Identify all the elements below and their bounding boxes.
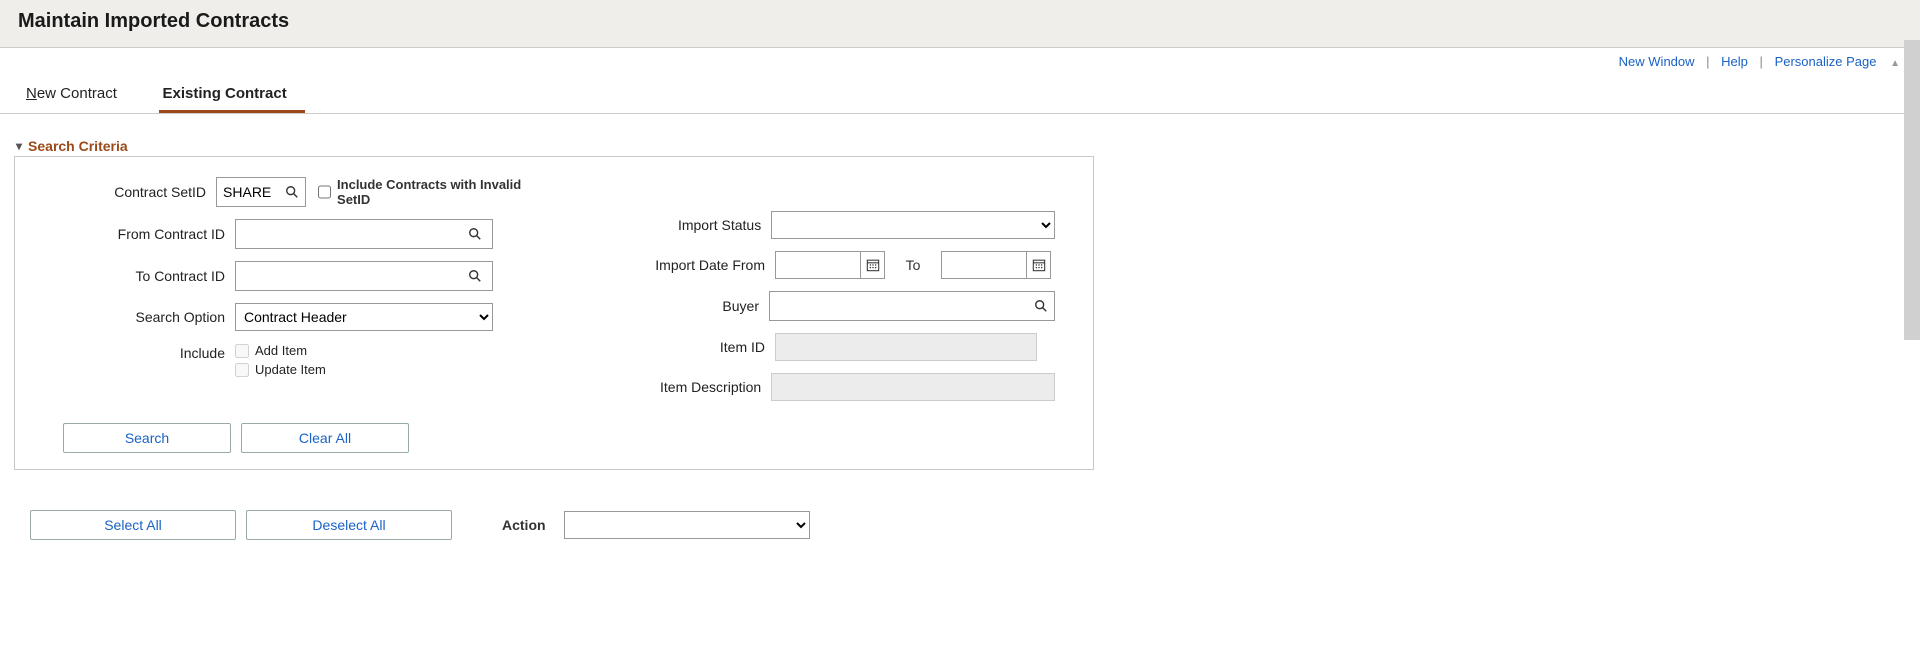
bottom-action-bar: Select All Deselect All Action (30, 510, 1920, 540)
invalid-setid-checkbox[interactable] (318, 185, 331, 199)
to-contract-id-lookup (235, 261, 493, 291)
page-title: Maintain Imported Contracts (18, 10, 1902, 33)
clear-all-button[interactable]: Clear All (241, 423, 409, 453)
calendar-icon[interactable] (1027, 251, 1051, 279)
lookup-icon[interactable] (279, 179, 305, 205)
buyer-lookup (769, 291, 1055, 321)
add-item-checkbox (235, 344, 249, 358)
update-item-label: Update Item (255, 362, 326, 377)
from-contract-id-lookup (235, 219, 493, 249)
from-contract-id-label: From Contract ID (35, 226, 235, 242)
import-date-from-input[interactable] (775, 251, 861, 279)
search-criteria-heading: Search Criteria (28, 138, 128, 154)
search-option-select[interactable]: Contract Header (235, 303, 493, 331)
search-option-label: Search Option (35, 309, 235, 325)
contract-setid-label: Contract SetID (35, 184, 216, 200)
item-description-label: Item Description (595, 379, 771, 395)
chevron-down-icon: ▾ (16, 139, 22, 153)
tab-bar: New Contract Existing Contract (0, 77, 1920, 114)
select-all-button[interactable]: Select All (30, 510, 236, 540)
import-date-to-label: To (885, 257, 941, 273)
lookup-icon[interactable] (462, 263, 488, 289)
help-link[interactable]: Help (1713, 54, 1756, 69)
add-item-checkbox-wrap: Add Item (235, 343, 326, 358)
tab-existing-contract[interactable]: Existing Contract (159, 77, 305, 113)
page-header: Maintain Imported Contracts (0, 0, 1920, 48)
invalid-setid-checkbox-wrap[interactable]: Include Contracts with Invalid SetID (318, 177, 535, 207)
deselect-all-button[interactable]: Deselect All (246, 510, 452, 540)
item-id-input (775, 333, 1037, 361)
add-item-label: Add Item (255, 343, 307, 358)
tab-new-contract[interactable]: New Contract (22, 77, 135, 112)
action-label: Action (502, 517, 546, 533)
link-separator: | (1706, 54, 1709, 69)
personalize-page-link[interactable]: Personalize Page (1767, 54, 1885, 69)
import-status-label: Import Status (595, 217, 771, 233)
include-label: Include (35, 343, 235, 361)
search-button[interactable]: Search (63, 423, 231, 453)
import-date-to-input[interactable] (941, 251, 1027, 279)
lookup-icon[interactable] (1028, 293, 1054, 319)
import-status-select[interactable] (771, 211, 1055, 239)
top-links-bar: New Window | Help | Personalize Page ▲ (0, 48, 1920, 71)
from-contract-id-input[interactable] (236, 221, 462, 247)
to-contract-id-label: To Contract ID (35, 268, 235, 284)
collapse-icon[interactable]: ▲ (1890, 58, 1900, 69)
search-criteria-toggle[interactable]: ▾ Search Criteria (16, 138, 1920, 154)
lookup-icon[interactable] (462, 221, 488, 247)
update-item-checkbox-wrap: Update Item (235, 362, 326, 377)
update-item-checkbox (235, 363, 249, 377)
action-select[interactable] (564, 511, 810, 539)
contract-setid-input[interactable] (217, 179, 279, 205)
calendar-icon[interactable] (861, 251, 885, 279)
buyer-input[interactable] (770, 293, 1028, 319)
buyer-label: Buyer (595, 298, 769, 314)
import-date-from-label: Import Date From (595, 257, 775, 273)
scrollbar[interactable] (1904, 40, 1920, 340)
link-separator: | (1760, 54, 1763, 69)
search-criteria-groupbox: Contract SetID Include Contracts with In… (14, 156, 1094, 470)
item-description-input (771, 373, 1055, 401)
to-contract-id-input[interactable] (236, 263, 462, 289)
item-id-label: Item ID (595, 339, 775, 355)
contract-setid-lookup (216, 177, 306, 207)
new-window-link[interactable]: New Window (1611, 54, 1703, 69)
invalid-setid-label: Include Contracts with Invalid SetID (337, 177, 535, 207)
